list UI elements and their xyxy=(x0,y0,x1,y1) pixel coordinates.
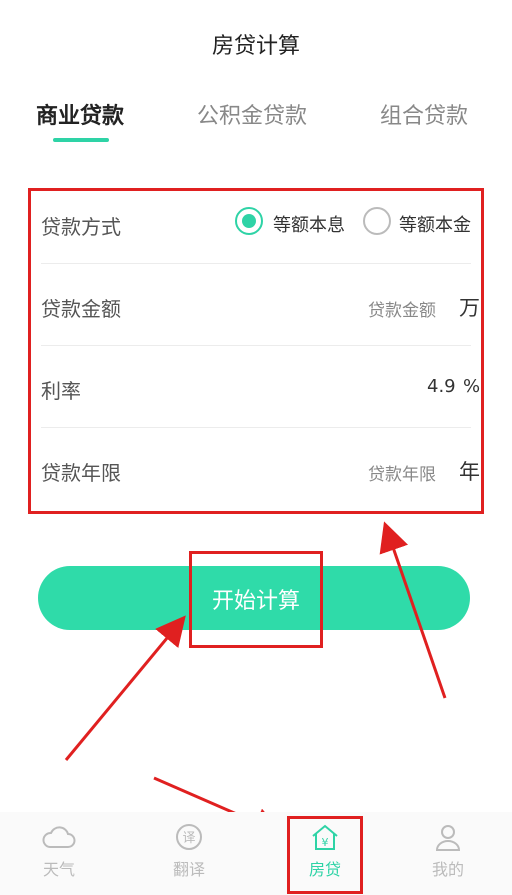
annotation-arrow xyxy=(64,615,186,761)
translate-icon: 译 xyxy=(176,824,202,850)
nav-label-weather: 天气 xyxy=(42,860,75,879)
user-icon xyxy=(435,825,461,851)
nav-item-profile[interactable]: 我的 xyxy=(408,822,488,880)
nav-item-weather[interactable]: 天气 xyxy=(19,822,99,880)
svg-text:译: 译 xyxy=(182,831,195,846)
cloud-icon xyxy=(42,826,76,848)
annotation-highlight-box xyxy=(287,816,363,894)
nav-label-profile: 我的 xyxy=(431,860,464,879)
annotation-arrows xyxy=(64,521,447,837)
bottom-navigation: 天气 译 翻译 ¥ 房贷 我的 xyxy=(0,812,512,895)
nav-label-translate: 翻译 xyxy=(172,860,205,879)
nav-item-translate[interactable]: 译 翻译 xyxy=(149,822,229,880)
annotation-arrow xyxy=(379,521,447,699)
